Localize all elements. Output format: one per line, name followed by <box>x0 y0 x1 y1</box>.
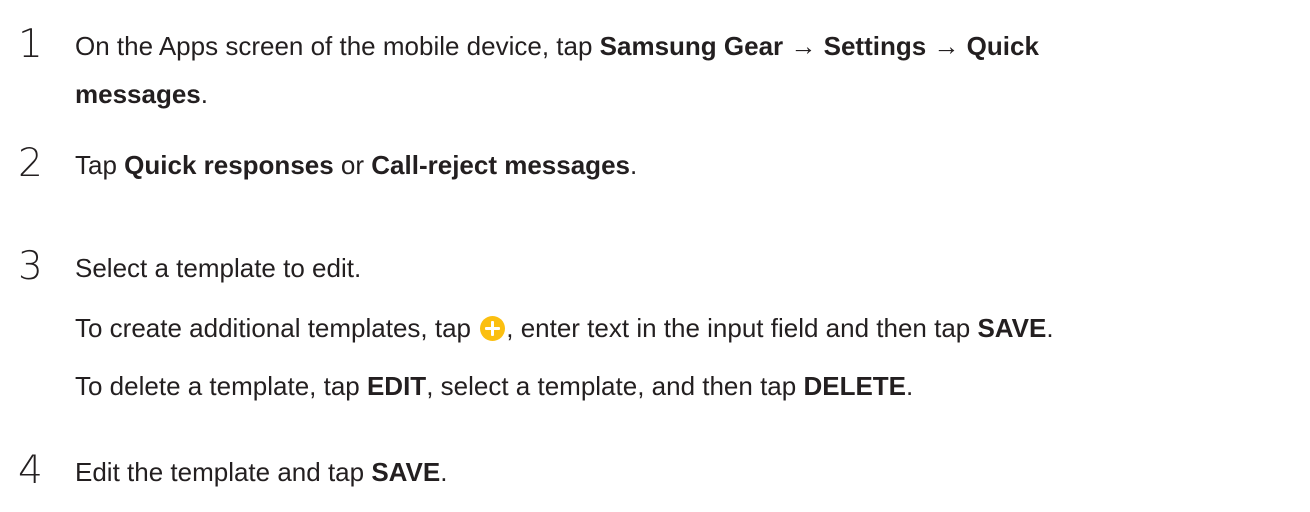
edit-label: EDIT <box>366 371 427 401</box>
step-1-line-1: On the Apps screen of the mobile device,… <box>75 31 1039 61</box>
save-label: SAVE <box>977 313 1047 343</box>
step-3-line-3: To delete a template, tap EDIT, select a… <box>75 371 914 401</box>
plus-circle-icon <box>480 316 506 341</box>
option-call-reject-messages: Call-reject messages <box>371 150 630 180</box>
save-label: SAVE <box>371 457 441 487</box>
step-number: 3 <box>18 244 43 289</box>
step-number: 4 <box>18 448 43 493</box>
step-4-line-1: Edit the template and tap SAVE. <box>75 457 448 487</box>
step-number: 2 <box>18 141 43 186</box>
delete-label: DELETE <box>803 371 907 401</box>
step-2-line-1: Tap Quick responses or Call-reject messa… <box>75 150 638 180</box>
step-3-line-2: To create additional templates, tap , en… <box>75 313 1054 343</box>
instruction-steps: 1 On the Apps screen of the mobile devic… <box>0 0 1310 512</box>
step-3-line-1: Select a template to edit. <box>75 253 362 283</box>
option-quick-responses: Quick responses <box>124 150 334 180</box>
menu-path-quick-messages: Quick <box>966 31 1039 61</box>
step-number: 1 <box>18 22 43 67</box>
menu-path-settings: Settings <box>823 31 927 61</box>
menu-path-samsung-gear: Samsung Gear <box>599 31 784 61</box>
step-1-line-2: messages. <box>75 79 208 109</box>
